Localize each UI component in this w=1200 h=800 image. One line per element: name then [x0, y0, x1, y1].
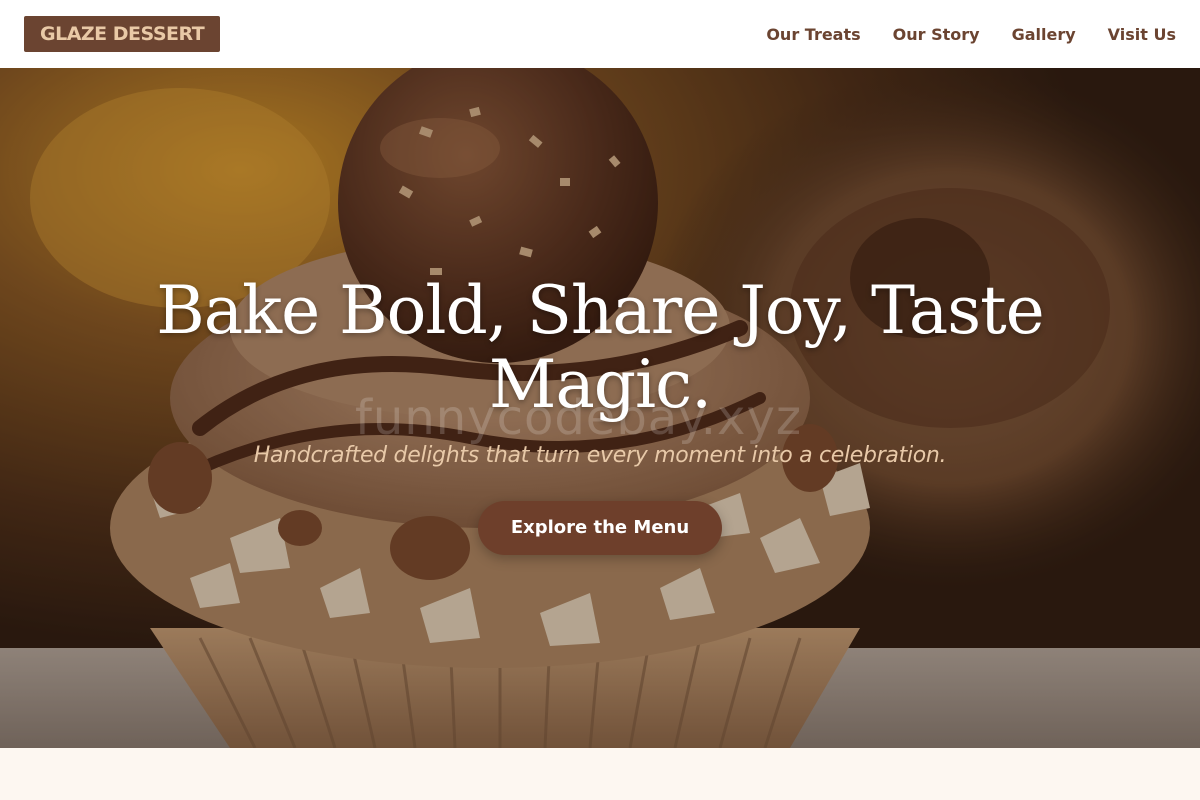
nav-link-visit-us[interactable]: Visit Us — [1108, 25, 1176, 44]
site-header: GLAZE DESSERT Our Treats Our Story Galle… — [0, 0, 1200, 68]
hero-content: Bake Bold, Share Joy, Taste Magic. funny… — [0, 68, 1200, 748]
hero-section: Bake Bold, Share Joy, Taste Magic. funny… — [0, 68, 1200, 748]
watermark: funnycodebay.xyz — [355, 390, 803, 446]
logo[interactable]: GLAZE DESSERT — [24, 16, 221, 52]
main-nav: Our Treats Our Story Gallery Visit Us — [766, 25, 1176, 44]
nav-link-our-treats[interactable]: Our Treats — [766, 25, 860, 44]
hero-subtitle: Handcrafted delights that turn every mom… — [253, 443, 947, 468]
nav-link-gallery[interactable]: Gallery — [1012, 25, 1076, 44]
next-section — [0, 748, 1200, 800]
nav-link-our-story[interactable]: Our Story — [893, 25, 980, 44]
explore-menu-button[interactable]: Explore the Menu — [478, 501, 722, 555]
